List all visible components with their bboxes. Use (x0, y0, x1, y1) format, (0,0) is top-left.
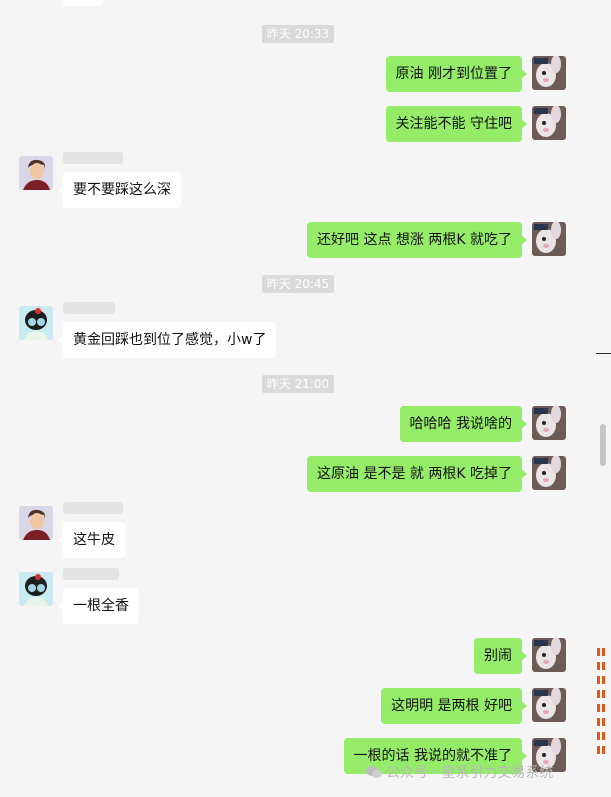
edge-marks (597, 728, 609, 740)
message-text: 这原油 是不是 就 两根K 吃掉了 (317, 466, 512, 482)
cartoon-man-icon (19, 156, 53, 190)
cartoon-goggles-icon (19, 306, 53, 340)
message-bubble-contact[interactable]: 黄金回踩也到位了感觉，小w了 (57, 322, 277, 358)
message-bubble-contact[interactable]: 这牛皮 (58, 522, 125, 558)
message-bubble-self[interactable]: 这原油 是不是 就 两根K 吃掉了 (307, 456, 527, 492)
message-bubble-self[interactable]: 关注能不能 守住吧 (385, 106, 528, 142)
edge-marks (597, 672, 609, 684)
message-text: 这明明 是两根 好吧 (391, 698, 512, 714)
timestamp-divider: 昨天 20:33 (0, 25, 596, 45)
chat-history: 昨天 20:33 昨天 20:45 昨天 21:00 原油 刚才到位置了 关注能… (0, 0, 596, 797)
timestamp-divider: 昨天 21:00 (0, 375, 596, 395)
bunny-icon (532, 106, 566, 140)
watermark-text: 公众号 · 星系引力交易系统 (386, 765, 554, 781)
sender-name-blurred (63, 568, 119, 580)
avatar-contact[interactable] (19, 156, 53, 190)
cartoon-goggles-icon (19, 572, 53, 606)
cartoon-man-icon (19, 506, 53, 540)
avatar-self[interactable] (532, 688, 566, 722)
message-text: 原油 刚才到位置了 (395, 66, 512, 82)
bunny-icon (532, 56, 566, 90)
message-bubble-self[interactable]: 原油 刚才到位置了 (385, 56, 528, 92)
timestamp-label: 昨天 21:00 (261, 375, 335, 393)
message-bubble-self[interactable]: 还好吧 这点 想涨 两根K 就吃了 (307, 222, 527, 258)
message-text: 别闹 (484, 648, 512, 664)
message-text: 关注能不能 守住吧 (395, 116, 512, 132)
bunny-icon (532, 688, 566, 722)
avatar-self[interactable] (532, 406, 566, 440)
message-text: 还好吧 这点 想涨 两根K 就吃了 (317, 232, 512, 248)
bunny-icon (532, 222, 566, 256)
sender-name-blurred (63, 302, 115, 314)
edge-marks (597, 644, 609, 656)
message-text: 哈哈哈 我说啥的 (409, 416, 512, 432)
message-text: 这牛皮 (73, 532, 115, 548)
message-text: 黄金回踩也到位了感觉，小w了 (73, 332, 267, 348)
message-bubble-partial (63, 0, 103, 6)
sender-name-blurred (63, 502, 123, 514)
avatar-self[interactable] (532, 456, 566, 490)
bunny-icon (532, 406, 566, 440)
timestamp-label: 昨天 20:45 (261, 275, 335, 293)
avatar-self[interactable] (532, 222, 566, 256)
avatar-self[interactable] (532, 56, 566, 90)
message-bubble-self[interactable]: 别闹 (474, 638, 527, 674)
avatar-contact[interactable] (19, 506, 53, 540)
message-bubble-self[interactable]: 哈哈哈 我说啥的 (399, 406, 528, 442)
scrollbar-divider (596, 353, 611, 354)
edge-marks (597, 714, 609, 726)
message-bubble-contact[interactable]: 要不要踩这么深 (58, 172, 181, 208)
avatar-self[interactable] (532, 106, 566, 140)
edge-marks (597, 658, 609, 670)
message-text: 要不要踩这么深 (73, 182, 171, 198)
edge-marks (597, 686, 609, 698)
bunny-icon (532, 638, 566, 672)
message-text: 一根全香 (73, 598, 129, 614)
avatar-self[interactable] (532, 638, 566, 672)
message-text: 一根的话 我说的就不准了 (353, 748, 512, 764)
sender-name-blurred (63, 152, 123, 164)
message-bubble-self[interactable]: 这明明 是两根 好吧 (381, 688, 527, 724)
edge-marks (597, 700, 609, 712)
avatar-contact[interactable] (19, 306, 53, 340)
wechat-icon (366, 766, 382, 778)
bunny-icon (532, 456, 566, 490)
avatar-contact[interactable] (19, 572, 53, 606)
message-bubble-contact[interactable]: 一根全香 (58, 588, 139, 624)
scrollbar-thumb[interactable] (600, 424, 606, 466)
watermark: 公众号 · 星系引力交易系统 (366, 764, 553, 782)
timestamp-label: 昨天 20:33 (261, 25, 335, 43)
timestamp-divider: 昨天 20:45 (0, 275, 596, 295)
edge-marks (597, 742, 609, 754)
